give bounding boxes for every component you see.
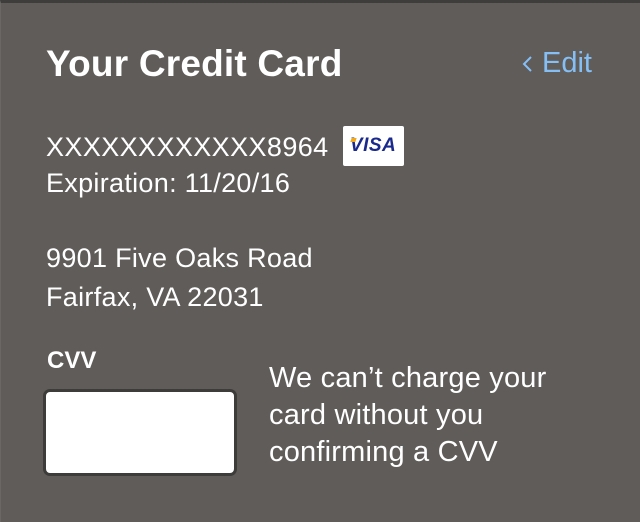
card-expiration: Expiration: 11/20/16 (46, 168, 291, 198)
page-title: Your Credit Card (46, 43, 343, 84)
card-brand: VISA (349, 135, 397, 156)
visa-logo-icon: VISA (342, 126, 404, 166)
cvv-note-line: confirming a CVV (269, 436, 498, 468)
cvv-note-line: We can’t charge your (269, 362, 547, 394)
card-number-row: XXXXXXXXXXXX8964 VISA (46, 126, 404, 167)
cvv-label: CVV (47, 347, 97, 374)
visa-accent-mark (349, 138, 357, 142)
cvv-note: We can’t charge your card without you co… (269, 360, 599, 471)
card-number: XXXXXXXXXXXX8964 (46, 131, 329, 162)
edit-label: Edit (542, 47, 592, 79)
address-line-2: Fairfax, VA 22031 (46, 282, 264, 312)
cvv-input[interactable] (43, 389, 237, 476)
credit-card-panel: Your Credit Card Edit XXXXXXXXXXXX8964 V… (0, 0, 640, 522)
cvv-note-line: card without you (269, 399, 484, 431)
address-line-1: 9901 Five Oaks Road (46, 243, 313, 273)
edit-button[interactable]: Edit (516, 47, 592, 80)
chevron-left-icon (522, 55, 532, 72)
